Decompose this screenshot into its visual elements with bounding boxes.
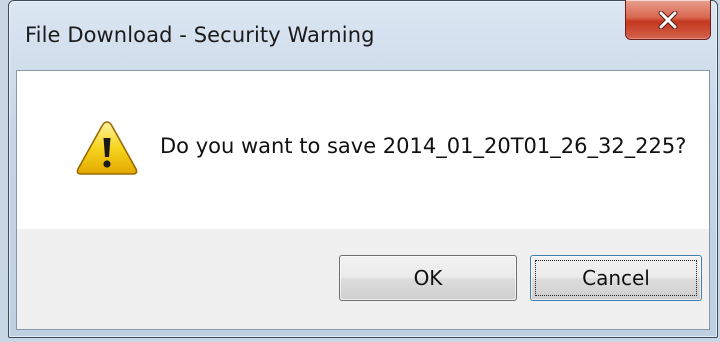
warning-icon xyxy=(76,121,138,175)
ok-button-label: OK xyxy=(413,266,443,290)
close-icon xyxy=(658,10,678,29)
security-warning-dialog: File Download - Security Warning Do you … xyxy=(8,0,718,338)
title-bar[interactable]: File Download - Security Warning xyxy=(9,0,717,71)
message-area: Do you want to save 2014_01_20T01_26_32_… xyxy=(17,71,709,229)
close-button[interactable] xyxy=(625,0,711,40)
window-title: File Download - Security Warning xyxy=(25,23,375,47)
dialog-body: Do you want to save 2014_01_20T01_26_32_… xyxy=(16,70,710,330)
ok-button[interactable]: OK xyxy=(339,255,517,301)
cancel-button-label: Cancel xyxy=(582,266,650,290)
dialog-message: Do you want to save 2014_01_20T01_26_32_… xyxy=(160,134,687,158)
button-area: OK Cancel xyxy=(17,229,709,329)
cancel-button[interactable]: Cancel xyxy=(530,255,702,301)
